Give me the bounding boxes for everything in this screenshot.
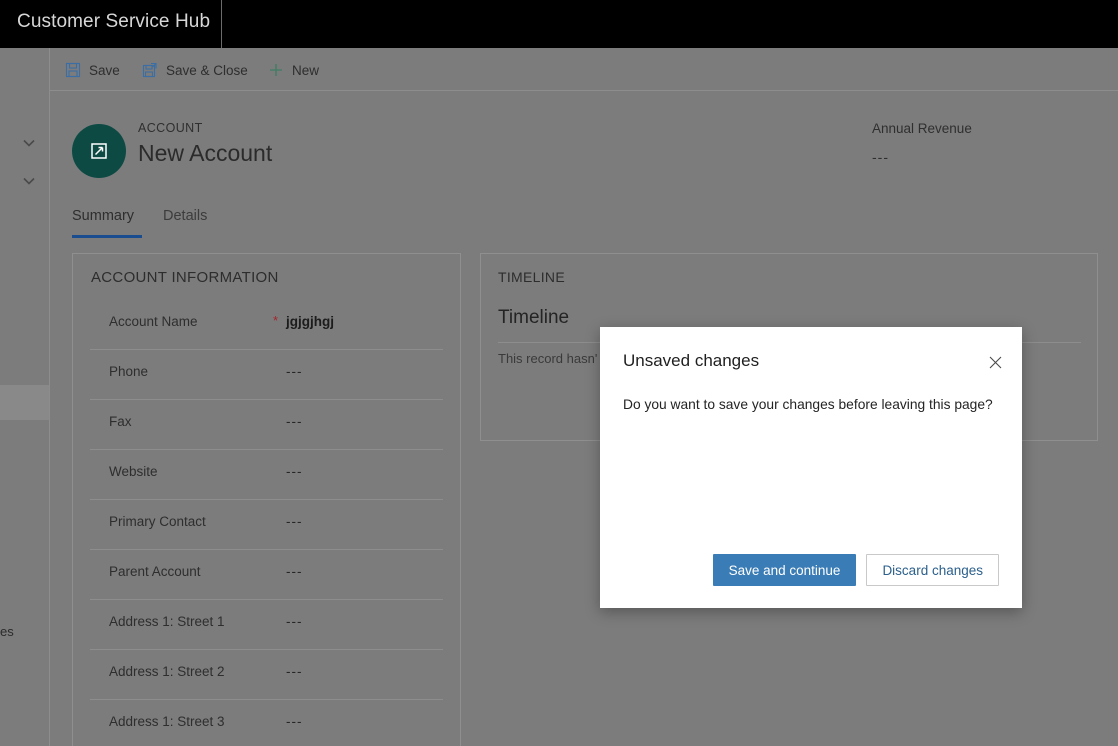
save-and-close-label: Save & Close [166,62,248,78]
form-field-row[interactable]: Website --- [90,450,443,500]
chevron-down-icon[interactable] [20,134,38,152]
timeline-heading: TIMELINE [498,269,565,285]
tab-selected-indicator [72,235,142,238]
form-tabs: Summary Details [50,203,1118,241]
form-field-row[interactable]: Parent Account --- [90,550,443,600]
page-title: New Account [138,140,273,166]
unsaved-changes-dialog: Unsaved changes Do you want to save your… [600,327,1022,608]
account-icon [72,124,126,178]
app-root: es Save Save & Close New ACCOUNT New Acc… [0,0,1118,746]
new-button-label: New [292,62,320,78]
record-header: ACCOUNT New Account Annual Revenue --- [50,91,1118,203]
save-and-continue-button[interactable]: Save and continue [712,554,857,586]
form-field-value[interactable]: --- [286,714,303,729]
form-field-label: Account Name [109,314,198,329]
command-bar: Save Save & Close New [50,48,1118,91]
annual-revenue-label: Annual Revenue [872,121,972,136]
app-title: Customer Service Hub [17,11,211,32]
account-information-panel: ACCOUNT INFORMATION Account Name * jgjgjhg… [72,253,461,746]
tab-details[interactable]: Details [163,208,207,231]
close-icon[interactable] [980,347,1010,377]
form-field-label: Primary Contact [109,514,206,529]
sidebar-clipped-label: es [0,624,14,639]
save-and-close-button[interactable]: Save & Close [142,57,248,83]
form-field-value[interactable]: --- [286,464,303,479]
record-entity-label: ACCOUNT [138,121,203,135]
form-field-value[interactable]: --- [286,364,303,379]
dialog-actions: Save and continue Discard changes [712,554,999,586]
timeline-title: Timeline [498,307,570,328]
chevron-down-icon[interactable] [20,172,38,190]
save-and-close-icon [142,62,158,78]
form-field-label: Website [109,464,158,479]
sidebar-active-item[interactable] [0,385,49,420]
left-navigation-rail: es [0,48,50,746]
annual-revenue-value: --- [872,149,889,165]
new-button[interactable]: New [268,57,319,83]
form-field-row[interactable]: Phone --- [90,350,443,400]
form-field-row[interactable]: Primary Contact --- [90,500,443,550]
form-field-row[interactable]: Address 1: Street 1 --- [90,600,443,650]
form-field-value[interactable]: --- [286,614,303,629]
form-field-row[interactable]: Account Name * jgjgjhgj [90,300,443,350]
form-field-value[interactable]: --- [286,514,303,529]
form-field-row[interactable]: Fax --- [90,400,443,450]
app-bar: Customer Service Hub [0,0,1118,48]
form-field-label: Address 1: Street 2 [109,664,225,679]
dialog-title: Unsaved changes [623,351,760,370]
form-field-value[interactable]: --- [286,664,303,679]
timeline-empty-message: This record hasn' [498,351,598,366]
form-field-label: Parent Account [109,564,201,579]
dialog-message: Do you want to save your changes before … [623,397,993,412]
account-information-heading: ACCOUNT INFORMATION [91,269,279,286]
discard-changes-button[interactable]: Discard changes [866,554,999,586]
save-button[interactable]: Save [65,57,120,83]
save-icon [65,62,81,78]
plus-icon [268,62,284,78]
required-marker: * [273,313,279,328]
form-field-row[interactable]: Address 1: Street 2 --- [90,650,443,700]
save-button-label: Save [89,62,120,78]
form-field-label: Phone [109,364,149,379]
form-field-label: Address 1: Street 1 [109,614,225,629]
tab-summary[interactable]: Summary [72,208,134,231]
form-field-value[interactable]: --- [286,564,303,579]
form-field-value[interactable]: jgjgjhgj [286,314,334,329]
account-field-list: Account Name * jgjgjhgj Phone --- Fax --- Websi… [73,300,460,746]
form-field-label: Fax [109,414,132,429]
form-field-row[interactable]: Address 1: Street 3 --- [90,700,443,746]
form-field-label: Address 1: Street 3 [109,714,225,729]
form-field-value[interactable]: --- [286,414,303,429]
app-bar-divider [221,0,222,48]
